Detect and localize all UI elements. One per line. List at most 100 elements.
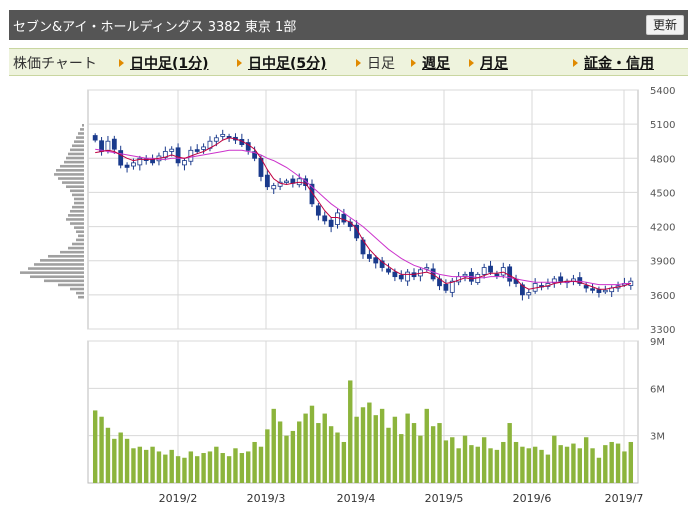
candle-body: [481, 267, 487, 275]
volume-profile-bar: [58, 283, 84, 287]
volume-profile-bar: [64, 160, 84, 164]
volume-profile-bar: [72, 193, 84, 197]
volume-bar: [424, 408, 429, 483]
candle-body: [386, 268, 391, 273]
price-tick-label: 4200: [650, 223, 675, 234]
volume-bar: [150, 446, 155, 483]
candle-body: [373, 257, 379, 264]
volume-bar: [309, 405, 315, 483]
volume-bar: [105, 427, 111, 483]
candle-body: [405, 271, 411, 282]
volume-bar: [367, 402, 372, 483]
volume-bar: [603, 445, 608, 483]
volume-profile-bar: [78, 132, 84, 135]
time-tick-label: 2019/3: [247, 492, 286, 505]
volume-profile-bar: [68, 152, 84, 156]
candle-body: [392, 271, 398, 278]
volume-profile-bar: [74, 201, 84, 205]
volume-bar: [169, 449, 174, 483]
volume-bar: [144, 449, 149, 483]
volume-profile-bar: [66, 156, 84, 160]
volume-bar: [99, 416, 104, 483]
volume-bar: [341, 441, 347, 483]
volume-bar: [615, 443, 621, 483]
volume-profile-bar: [74, 140, 84, 143]
volume-profile-bar: [66, 218, 84, 221]
candle-body: [596, 289, 602, 293]
volume-tick-label: 3M: [650, 432, 665, 443]
candle-body: [443, 283, 449, 291]
volume-bar: [469, 445, 474, 483]
price-tick-label: 3600: [650, 291, 675, 302]
volume-profile-bar: [74, 197, 84, 201]
volume-profile-bar: [66, 185, 84, 188]
volume-bar: [379, 408, 385, 483]
volume-bar: [513, 441, 519, 483]
price-tick-label: 3300: [650, 325, 675, 336]
candle-body: [220, 133, 226, 137]
volume-bar: [552, 435, 557, 483]
price-panel: [87, 89, 639, 330]
volume-bar: [558, 445, 563, 483]
candle-body: [284, 180, 289, 183]
volume-profile-bar: [40, 259, 84, 262]
volume-bar: [112, 438, 117, 483]
candle-body: [194, 149, 200, 152]
volume-bar: [526, 448, 531, 483]
volume-bar: [450, 437, 455, 483]
candle-body: [328, 219, 334, 227]
volume-bar: [201, 453, 206, 483]
volume-bar: [577, 448, 582, 483]
volume-bar: [284, 435, 289, 483]
volume-profile-bar: [72, 242, 84, 246]
candle-body: [507, 266, 513, 282]
volume-bar: [418, 435, 423, 483]
candle-body: [118, 150, 124, 166]
volume-bar: [195, 456, 200, 483]
volume-bar: [182, 457, 187, 483]
volume-bar: [399, 434, 404, 483]
volume-bar: [590, 448, 595, 483]
volume-profile-bar: [70, 189, 84, 193]
volume-profile-bar: [44, 279, 84, 283]
volume-bar: [322, 413, 327, 483]
volume-profile-bar: [48, 254, 84, 258]
candle-body: [366, 254, 372, 259]
volume-bar: [386, 427, 391, 483]
volume-tick-label: 6M: [650, 384, 665, 395]
volume-profile-bar: [80, 128, 84, 131]
candle-body: [488, 265, 493, 273]
candle-body: [175, 147, 181, 164]
volume-bar: [539, 449, 544, 483]
volume-bar: [354, 416, 359, 483]
volume-bar: [246, 451, 251, 483]
price-tick-label: 4800: [650, 154, 675, 165]
stock-chart: 5400 5100 4800 4500 4200 3900 3600 3300 2019/2 20…: [20, 86, 675, 505]
volume-profile-bar: [68, 214, 84, 217]
candle-body: [182, 160, 187, 166]
candle-body: [526, 292, 532, 296]
volume-bar: [163, 454, 168, 483]
volume-bar: [609, 441, 614, 483]
volume-bar: [520, 446, 525, 483]
time-tick-label: 2019/5: [425, 492, 464, 505]
candle-body: [500, 267, 506, 276]
candle-body: [213, 137, 219, 142]
volume-profile-bar: [76, 291, 84, 295]
volume-bar: [335, 432, 340, 483]
volume-profile-bar: [76, 238, 84, 242]
volume-bar: [297, 421, 302, 483]
volume-bar: [583, 437, 589, 483]
volume-bar: [124, 438, 130, 483]
volume-bar: [494, 449, 500, 483]
volume-bar: [207, 451, 213, 483]
volume-bar: [214, 446, 219, 483]
candle-body: [583, 285, 589, 289]
volume-bar: [220, 453, 225, 483]
volume-bar: [628, 441, 634, 483]
volume-profile-bar: [72, 205, 84, 209]
volume-bar: [622, 451, 627, 483]
volume-bar: [348, 380, 353, 483]
volume-bar: [316, 423, 321, 483]
volume-bar: [564, 446, 570, 483]
